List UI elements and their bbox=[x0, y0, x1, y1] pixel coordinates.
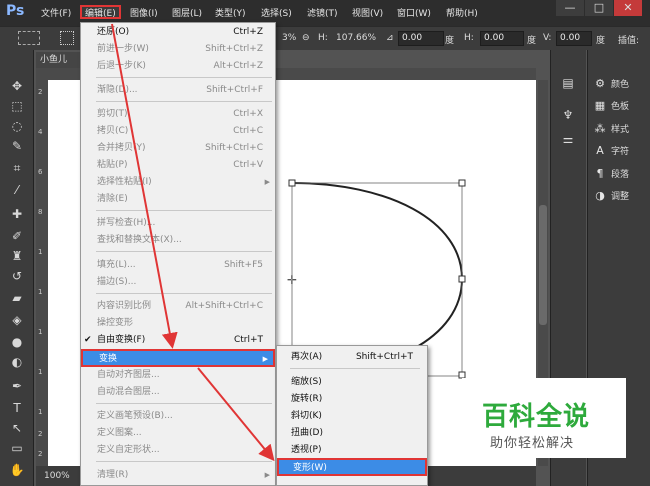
arrow-to-transform bbox=[111, 23, 178, 349]
watermark-slogan: 助你轻松解决 bbox=[490, 436, 575, 451]
arrow-to-warp bbox=[197, 367, 275, 462]
watermark-brand: 百科全说 bbox=[482, 402, 591, 432]
